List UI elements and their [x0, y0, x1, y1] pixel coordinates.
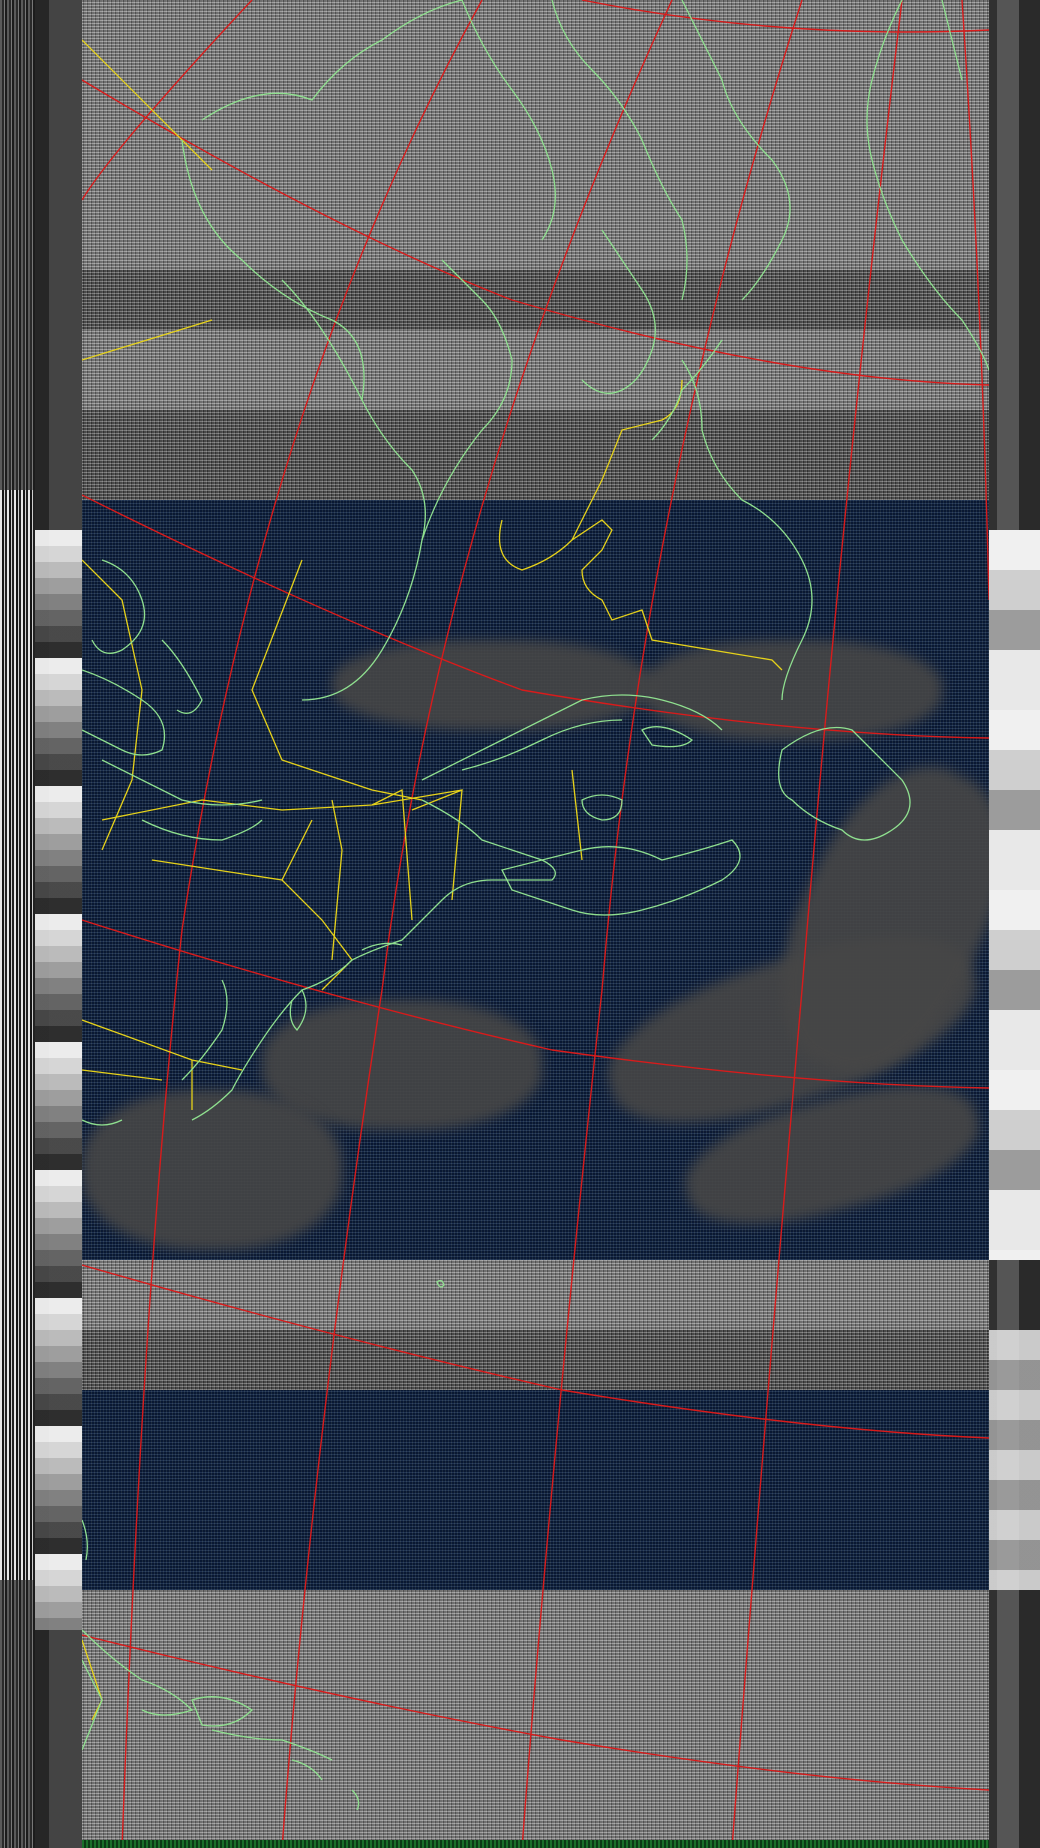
coastline — [778, 726, 911, 841]
border-line — [82, 319, 213, 361]
graticule-longitude-lines — [82, 0, 989, 1848]
border-line — [571, 379, 683, 541]
border-line — [281, 819, 313, 881]
coastline — [191, 1696, 254, 1727]
coastline — [211, 1729, 333, 1761]
coastline — [82, 1119, 123, 1126]
border-line — [251, 559, 423, 801]
coastline — [436, 1279, 445, 1288]
longitude-line — [731, 0, 903, 1848]
border-line — [371, 788, 413, 921]
border-line — [82, 559, 143, 851]
longitude-line — [121, 0, 483, 1848]
bottom-telemetry-strip — [82, 1840, 989, 1848]
latitude-line — [82, 1264, 989, 1439]
coastline — [941, 0, 963, 81]
border-line — [82, 39, 213, 171]
coastline — [191, 799, 556, 1121]
latitude-line — [581, 0, 989, 33]
coastline — [501, 839, 741, 916]
longitude-line — [82, 0, 253, 201]
coastline — [289, 989, 307, 1031]
graticule-latitude-lines — [82, 0, 989, 1791]
longitude-line — [961, 0, 989, 601]
border-line — [498, 519, 783, 671]
coastline — [866, 0, 989, 371]
coastline — [421, 259, 513, 541]
border-line — [82, 1069, 163, 1081]
coastline — [581, 229, 656, 394]
coastlines — [82, 0, 989, 1811]
latitude-line — [82, 919, 989, 1089]
coastline — [681, 359, 813, 701]
coastline — [641, 726, 694, 748]
political-borders — [82, 39, 783, 1721]
coastline — [101, 759, 263, 806]
coastline — [281, 279, 363, 401]
coastline — [82, 1629, 194, 1716]
latitude-line — [82, 494, 989, 739]
coastline — [141, 819, 263, 841]
border-line — [571, 769, 583, 861]
map-overlay — [82, 0, 989, 1848]
telemetry-b-wedges — [989, 530, 1040, 1260]
coastline — [581, 794, 623, 821]
coastline — [421, 694, 723, 781]
apt-satellite-frame — [0, 0, 1040, 1848]
coastline — [461, 0, 556, 241]
coastline — [681, 0, 791, 301]
border-line — [82, 1019, 243, 1071]
coastline — [291, 1759, 323, 1781]
coastline — [161, 639, 203, 714]
latitude-line — [82, 1634, 989, 1791]
coastline — [91, 559, 146, 654]
telemetry-a-wedges — [35, 530, 82, 1630]
coastline — [551, 0, 688, 301]
coastline — [82, 1519, 88, 1561]
coastline — [461, 719, 623, 771]
sync-a-band — [0, 490, 35, 1580]
border-line — [411, 789, 463, 901]
coastline — [201, 0, 463, 121]
border-line — [151, 859, 353, 991]
coastline — [82, 669, 166, 756]
coastline — [351, 1789, 360, 1811]
coastline — [181, 139, 426, 701]
longitude-line — [281, 0, 673, 1848]
telemetry-b-wedges-lower — [989, 1330, 1040, 1590]
